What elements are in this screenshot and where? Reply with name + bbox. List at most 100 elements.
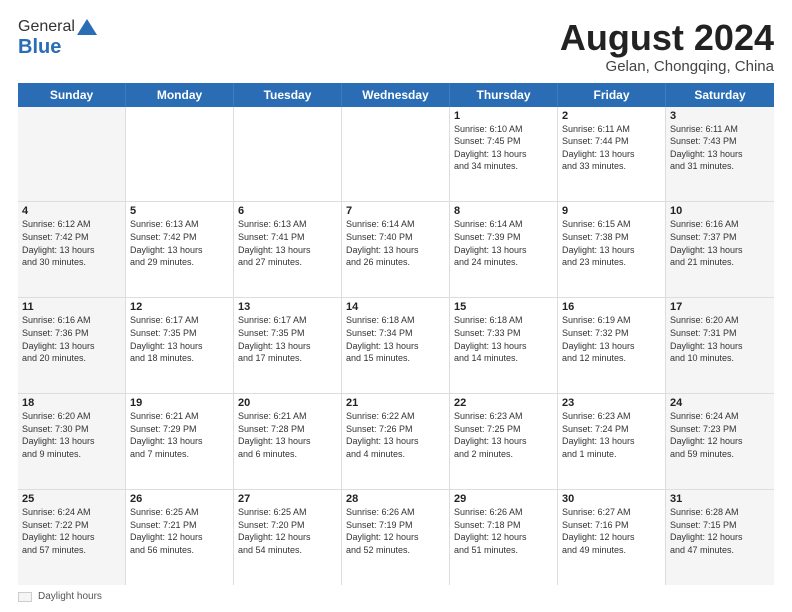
day-number: 6	[238, 205, 337, 217]
cal-cell: 31Sunrise: 6:28 AM Sunset: 7:15 PM Dayli…	[666, 490, 774, 585]
cal-cell: 7Sunrise: 6:14 AM Sunset: 7:40 PM Daylig…	[342, 202, 450, 297]
day-number: 23	[562, 397, 661, 409]
logo: General Blue	[18, 18, 97, 59]
cal-cell: 26Sunrise: 6:25 AM Sunset: 7:21 PM Dayli…	[126, 490, 234, 585]
cal-cell: 6Sunrise: 6:13 AM Sunset: 7:41 PM Daylig…	[234, 202, 342, 297]
day-number: 27	[238, 493, 337, 505]
cal-cell: 27Sunrise: 6:25 AM Sunset: 7:20 PM Dayli…	[234, 490, 342, 585]
cal-cell: 14Sunrise: 6:18 AM Sunset: 7:34 PM Dayli…	[342, 298, 450, 393]
header-thursday: Thursday	[450, 83, 558, 107]
day-number: 2	[562, 110, 661, 122]
cal-cell: 24Sunrise: 6:24 AM Sunset: 7:23 PM Dayli…	[666, 394, 774, 489]
logo-blue-text: Blue	[18, 36, 61, 59]
cal-cell: 19Sunrise: 6:21 AM Sunset: 7:29 PM Dayli…	[126, 394, 234, 489]
cal-cell: 11Sunrise: 6:16 AM Sunset: 7:36 PM Dayli…	[18, 298, 126, 393]
day-number: 13	[238, 301, 337, 313]
header-sunday: Sunday	[18, 83, 126, 107]
day-number: 16	[562, 301, 661, 313]
cal-cell: 5Sunrise: 6:13 AM Sunset: 7:42 PM Daylig…	[126, 202, 234, 297]
header-wednesday: Wednesday	[342, 83, 450, 107]
cell-info: Sunrise: 6:17 AM Sunset: 7:35 PM Dayligh…	[238, 314, 337, 364]
day-number: 21	[346, 397, 445, 409]
day-number: 30	[562, 493, 661, 505]
cal-cell	[342, 107, 450, 202]
day-number: 5	[130, 205, 229, 217]
day-number: 7	[346, 205, 445, 217]
cal-cell: 10Sunrise: 6:16 AM Sunset: 7:37 PM Dayli…	[666, 202, 774, 297]
cal-cell: 20Sunrise: 6:21 AM Sunset: 7:28 PM Dayli…	[234, 394, 342, 489]
cell-info: Sunrise: 6:23 AM Sunset: 7:24 PM Dayligh…	[562, 410, 661, 460]
day-number: 3	[670, 110, 770, 122]
cell-info: Sunrise: 6:21 AM Sunset: 7:28 PM Dayligh…	[238, 410, 337, 460]
cal-cell: 18Sunrise: 6:20 AM Sunset: 7:30 PM Dayli…	[18, 394, 126, 489]
cell-info: Sunrise: 6:15 AM Sunset: 7:38 PM Dayligh…	[562, 218, 661, 268]
calendar-week-2: 4Sunrise: 6:12 AM Sunset: 7:42 PM Daylig…	[18, 202, 774, 298]
cal-cell: 13Sunrise: 6:17 AM Sunset: 7:35 PM Dayli…	[234, 298, 342, 393]
day-number: 22	[454, 397, 553, 409]
cell-info: Sunrise: 6:17 AM Sunset: 7:35 PM Dayligh…	[130, 314, 229, 364]
header-friday: Friday	[558, 83, 666, 107]
page: General Blue August 2024 Gelan, Chongqin…	[0, 0, 792, 612]
header-saturday: Saturday	[666, 83, 774, 107]
cell-info: Sunrise: 6:20 AM Sunset: 7:30 PM Dayligh…	[22, 410, 121, 460]
cal-cell: 22Sunrise: 6:23 AM Sunset: 7:25 PM Dayli…	[450, 394, 558, 489]
day-number: 1	[454, 110, 553, 122]
cell-info: Sunrise: 6:21 AM Sunset: 7:29 PM Dayligh…	[130, 410, 229, 460]
cal-cell	[234, 107, 342, 202]
cell-info: Sunrise: 6:11 AM Sunset: 7:44 PM Dayligh…	[562, 123, 661, 173]
day-number: 29	[454, 493, 553, 505]
cal-cell: 15Sunrise: 6:18 AM Sunset: 7:33 PM Dayli…	[450, 298, 558, 393]
cal-cell: 4Sunrise: 6:12 AM Sunset: 7:42 PM Daylig…	[18, 202, 126, 297]
cal-cell: 17Sunrise: 6:20 AM Sunset: 7:31 PM Dayli…	[666, 298, 774, 393]
cell-info: Sunrise: 6:12 AM Sunset: 7:42 PM Dayligh…	[22, 218, 121, 268]
cal-cell: 12Sunrise: 6:17 AM Sunset: 7:35 PM Dayli…	[126, 298, 234, 393]
cal-cell: 28Sunrise: 6:26 AM Sunset: 7:19 PM Dayli…	[342, 490, 450, 585]
day-number: 28	[346, 493, 445, 505]
logo-triangle-icon	[77, 19, 97, 35]
cell-info: Sunrise: 6:18 AM Sunset: 7:34 PM Dayligh…	[346, 314, 445, 364]
header: General Blue August 2024 Gelan, Chongqin…	[18, 18, 774, 75]
logo-general-text: General	[18, 18, 75, 36]
day-number: 12	[130, 301, 229, 313]
calendar-header: Sunday Monday Tuesday Wednesday Thursday…	[18, 83, 774, 107]
cal-cell: 8Sunrise: 6:14 AM Sunset: 7:39 PM Daylig…	[450, 202, 558, 297]
calendar-week-3: 11Sunrise: 6:16 AM Sunset: 7:36 PM Dayli…	[18, 298, 774, 394]
cell-info: Sunrise: 6:27 AM Sunset: 7:16 PM Dayligh…	[562, 506, 661, 556]
calendar-week-1: 1Sunrise: 6:10 AM Sunset: 7:45 PM Daylig…	[18, 107, 774, 203]
day-number: 31	[670, 493, 770, 505]
cell-info: Sunrise: 6:20 AM Sunset: 7:31 PM Dayligh…	[670, 314, 770, 364]
day-number: 9	[562, 205, 661, 217]
day-number: 25	[22, 493, 121, 505]
day-number: 17	[670, 301, 770, 313]
cell-info: Sunrise: 6:24 AM Sunset: 7:23 PM Dayligh…	[670, 410, 770, 460]
cell-info: Sunrise: 6:13 AM Sunset: 7:41 PM Dayligh…	[238, 218, 337, 268]
daylight-legend-box	[18, 592, 32, 602]
cell-info: Sunrise: 6:10 AM Sunset: 7:45 PM Dayligh…	[454, 123, 553, 173]
day-number: 14	[346, 301, 445, 313]
cell-info: Sunrise: 6:18 AM Sunset: 7:33 PM Dayligh…	[454, 314, 553, 364]
cal-cell: 1Sunrise: 6:10 AM Sunset: 7:45 PM Daylig…	[450, 107, 558, 202]
cell-info: Sunrise: 6:16 AM Sunset: 7:36 PM Dayligh…	[22, 314, 121, 364]
cal-cell: 29Sunrise: 6:26 AM Sunset: 7:18 PM Dayli…	[450, 490, 558, 585]
cal-cell	[18, 107, 126, 202]
cell-info: Sunrise: 6:26 AM Sunset: 7:18 PM Dayligh…	[454, 506, 553, 556]
cal-cell: 9Sunrise: 6:15 AM Sunset: 7:38 PM Daylig…	[558, 202, 666, 297]
day-number: 11	[22, 301, 121, 313]
cell-info: Sunrise: 6:22 AM Sunset: 7:26 PM Dayligh…	[346, 410, 445, 460]
cal-cell: 21Sunrise: 6:22 AM Sunset: 7:26 PM Dayli…	[342, 394, 450, 489]
cell-info: Sunrise: 6:24 AM Sunset: 7:22 PM Dayligh…	[22, 506, 121, 556]
cell-info: Sunrise: 6:11 AM Sunset: 7:43 PM Dayligh…	[670, 123, 770, 173]
day-number: 24	[670, 397, 770, 409]
title-block: August 2024 Gelan, Chongqing, China	[560, 18, 774, 75]
cell-info: Sunrise: 6:19 AM Sunset: 7:32 PM Dayligh…	[562, 314, 661, 364]
cell-info: Sunrise: 6:25 AM Sunset: 7:21 PM Dayligh…	[130, 506, 229, 556]
cell-info: Sunrise: 6:23 AM Sunset: 7:25 PM Dayligh…	[454, 410, 553, 460]
header-tuesday: Tuesday	[234, 83, 342, 107]
day-number: 26	[130, 493, 229, 505]
cell-info: Sunrise: 6:14 AM Sunset: 7:40 PM Dayligh…	[346, 218, 445, 268]
day-number: 15	[454, 301, 553, 313]
cal-cell: 2Sunrise: 6:11 AM Sunset: 7:44 PM Daylig…	[558, 107, 666, 202]
location-subtitle: Gelan, Chongqing, China	[560, 58, 774, 75]
cell-info: Sunrise: 6:13 AM Sunset: 7:42 PM Dayligh…	[130, 218, 229, 268]
header-monday: Monday	[126, 83, 234, 107]
